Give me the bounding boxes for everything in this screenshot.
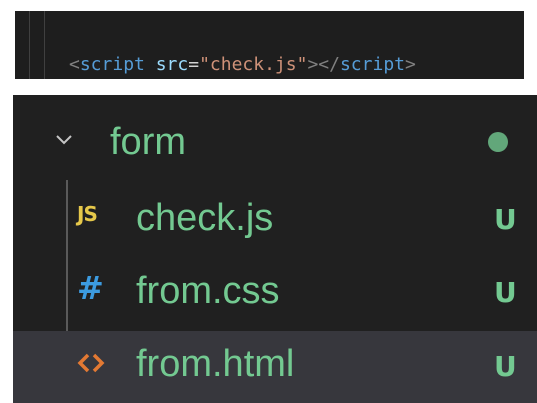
indent-guide xyxy=(29,11,30,79)
file-row-from-css[interactable]: # from.css U xyxy=(13,261,537,327)
html-file-icon xyxy=(77,353,105,373)
file-label: check.js xyxy=(136,197,274,239)
indent-guide xyxy=(44,11,45,79)
folder-status-dot xyxy=(488,132,508,152)
folder-label: form xyxy=(110,121,186,163)
file-row-check-js[interactable]: JS check.js U xyxy=(13,188,537,254)
code-token-tag: script xyxy=(339,54,405,75)
file-label: from.css xyxy=(136,270,280,312)
code-token-bracket: ></ xyxy=(307,54,340,75)
git-status-badge: U xyxy=(494,203,517,236)
code-token-attribute: src xyxy=(155,54,189,75)
git-status-badge: U xyxy=(494,350,517,383)
git-status-badge: U xyxy=(494,276,517,309)
code-token-bracket: > xyxy=(405,54,416,75)
file-explorer: form JS check.js U # from.css U from.htm… xyxy=(13,95,537,403)
chevron-down-icon[interactable] xyxy=(55,131,73,149)
code-token-equals: = xyxy=(188,54,200,75)
folder-row-form[interactable]: form xyxy=(13,113,537,179)
code-token-tag: script xyxy=(79,54,145,75)
code-token-string: "check.js" xyxy=(199,54,308,75)
file-row-from-html[interactable]: from.html U xyxy=(13,331,537,403)
js-file-icon: JS xyxy=(77,202,98,226)
code-editor[interactable]: <script src="check.js"></script> xyxy=(15,11,524,79)
code-line[interactable]: <script src="check.js"></script> xyxy=(69,53,416,77)
code-token-bracket: < xyxy=(69,54,80,75)
css-file-icon: # xyxy=(77,269,104,307)
file-label: from.html xyxy=(136,343,295,385)
